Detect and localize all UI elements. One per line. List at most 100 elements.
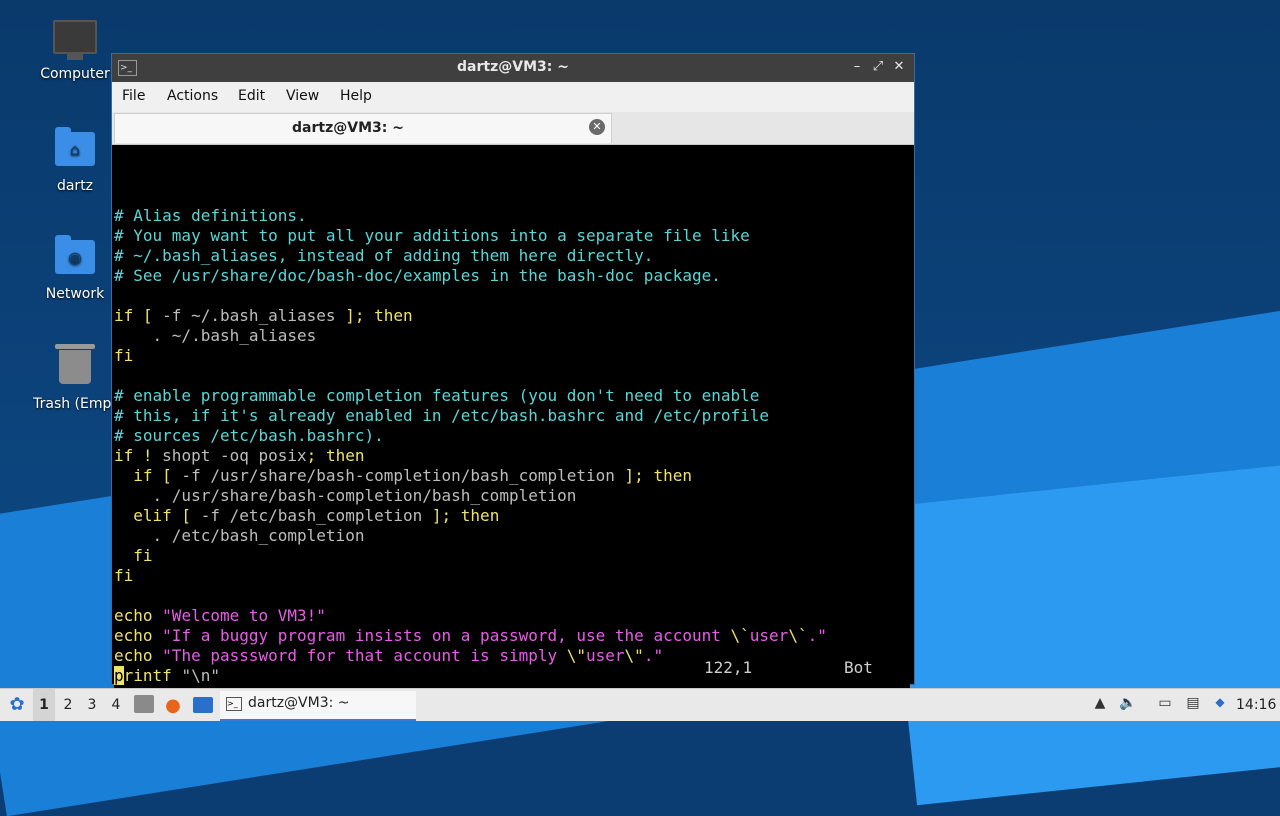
terminal-token: user: [749, 626, 789, 645]
window-title: dartz@VM3: ~: [457, 59, 569, 75]
desktop-icon-trash[interactable]: Trash (Empt: [25, 344, 125, 412]
terminal-token: ]; then: [624, 466, 692, 485]
vim-status-line: 122,1 Bot: [114, 658, 910, 678]
terminal-line: elif [ -f /etc/bash_completion ]; then: [114, 506, 910, 526]
clipboard-icon[interactable]: ▤: [1183, 695, 1203, 715]
terminal-token: fi: [114, 566, 134, 585]
terminal-token: # Alias definitions.: [114, 206, 307, 225]
terminal-token: -f /usr/share/bash-completion/bash_compl…: [171, 466, 625, 485]
terminal-line: echo "If a buggy program insists on a pa…: [114, 626, 910, 646]
terminal-window[interactable]: >_ dartz@VM3: ~ – ⤢ ✕ File Actions Edit …: [111, 53, 915, 700]
taskbar-task-label: dartz@VM3: ~: [248, 695, 350, 711]
desktop-icon-computer[interactable]: Computer: [25, 20, 125, 82]
terminal-token: -f ~/.bash_aliases: [152, 306, 346, 325]
menu-help[interactable]: Help: [340, 88, 372, 104]
menu-actions[interactable]: Actions: [167, 88, 218, 104]
terminal-token: elif [: [114, 506, 192, 525]
window-titlebar[interactable]: >_ dartz@VM3: ~ – ⤢ ✕: [112, 54, 914, 82]
workspace-2[interactable]: 2: [57, 689, 79, 721]
terminal-token: # sources /etc/bash.bashrc).: [114, 426, 384, 445]
terminal-token: # ~/.bash_aliases, instead of adding the…: [114, 246, 654, 265]
menu-edit[interactable]: Edit: [238, 88, 265, 104]
terminal-line: # See /usr/share/doc/bash-doc/examples i…: [114, 266, 910, 286]
terminal-token: ]; then: [431, 506, 500, 525]
file-manager-icon[interactable]: [134, 695, 154, 713]
tab-label: dartz@VM3: ~: [292, 120, 404, 136]
terminal-line: if [ -f ~/.bash_aliases ]; then: [114, 306, 910, 326]
terminal-token: \`: [730, 626, 750, 645]
terminal-line: # ~/.bash_aliases, instead of adding the…: [114, 246, 910, 266]
terminal-token: echo: [114, 606, 163, 625]
menubar: File Actions Edit View Help: [112, 82, 914, 112]
desktop-wave-light: [885, 454, 1280, 806]
terminal-line: if ! shopt -oq posix; then: [114, 446, 910, 466]
workspace-1[interactable]: 1: [33, 689, 55, 721]
terminal-token: ; then: [306, 446, 365, 465]
terminal-line: . /usr/share/bash-completion/bash_comple…: [114, 486, 910, 506]
terminal-line: fi: [114, 546, 910, 566]
terminal-token: . /usr/share/bash-completion/bash_comple…: [114, 486, 577, 505]
tab-bar: dartz@VM3: ~ ✕: [112, 112, 914, 145]
terminal-token: # You may want to put all your additions…: [114, 226, 750, 245]
terminal-token: "Welcome to VM3!": [162, 606, 326, 625]
terminal-line: # Alias definitions.: [114, 206, 910, 226]
clock[interactable]: 14:16: [1236, 689, 1276, 721]
terminal-token: -f /etc/bash_completion: [191, 506, 432, 525]
terminal-lines: # Alias definitions. # You may want to pu…: [114, 206, 910, 686]
desktop-icon-label: Computer: [40, 66, 110, 82]
terminal-line: # sources /etc/bash.bashrc).: [114, 426, 910, 446]
volume-icon[interactable]: 🔈: [1118, 695, 1138, 715]
tab-terminal[interactable]: dartz@VM3: ~ ✕: [114, 113, 612, 143]
show-desktop-icon[interactable]: [193, 697, 213, 713]
menu-file[interactable]: File: [122, 88, 145, 104]
terminal-token: ]; then: [345, 306, 413, 325]
menu-view[interactable]: View: [286, 88, 319, 104]
terminal-line: echo "Welcome to VM3!": [114, 606, 910, 626]
tab-close-icon[interactable]: ✕: [589, 119, 605, 135]
workspace-3[interactable]: 3: [81, 689, 103, 721]
cursor-position: 122,1: [704, 658, 753, 677]
close-button[interactable]: ✕: [890, 58, 908, 76]
desktop-icon-network[interactable]: ◉ Network: [25, 235, 125, 302]
terminal-line: # enable programmable completion feature…: [114, 386, 910, 406]
desktop-icon-label: Trash (Empt: [33, 396, 117, 412]
terminal-line: # You may want to put all your additions…: [114, 226, 910, 246]
scroll-position: Bot: [844, 658, 873, 677]
terminal-token: echo: [114, 626, 163, 645]
taskbar-terminal-button[interactable]: >_ dartz@VM3: ~: [220, 691, 416, 721]
desktop-icon-label: Network: [45, 286, 105, 302]
terminal-line: . /etc/bash_completion: [114, 526, 910, 546]
terminal-token: if [: [114, 306, 153, 325]
minimize-button[interactable]: –: [848, 58, 866, 76]
desktop-icon-home[interactable]: ⌂ dartz: [25, 127, 125, 194]
firefox-icon[interactable]: ●: [163, 695, 183, 716]
terminal-icon: >_: [226, 697, 242, 711]
terminal-line: if [ -f /usr/share/bash-completion/bash_…: [114, 466, 910, 486]
computer-icon: [53, 20, 97, 60]
terminal-token: # this, if it's already enabled in /etc/…: [114, 406, 770, 425]
terminal-token: . ~/.bash_aliases: [114, 326, 317, 345]
network-folder-icon: ◉: [53, 235, 97, 280]
terminal-token: fi: [114, 346, 134, 365]
maximize-button[interactable]: ⤢: [869, 58, 887, 76]
desktop-icon-label: dartz: [56, 178, 94, 194]
terminal-token: if [: [114, 466, 172, 485]
terminal-line: # this, if it's already enabled in /etc/…: [114, 406, 910, 426]
terminal-token: .": [807, 626, 827, 645]
terminal-line: . ~/.bash_aliases: [114, 326, 910, 346]
network-tray-icon[interactable]: ▭: [1155, 695, 1175, 715]
workspace-4[interactable]: 4: [105, 689, 127, 721]
trash-icon: [53, 344, 97, 390]
terminal-line: fi: [114, 346, 910, 366]
terminal-token: "If a buggy program insists on a passwor…: [162, 626, 731, 645]
taskbar: ✿ 1 2 3 4 ● >_ dartz@VM3: ~ ▲ 🔈 ▭ ▤ ◆ 14…: [0, 688, 1280, 721]
terminal-token: # See /usr/share/doc/bash-doc/examples i…: [114, 266, 721, 285]
update-notifier-icon[interactable]: ◆: [1210, 695, 1230, 715]
app-menu-icon[interactable]: ✿: [6, 689, 28, 721]
terminal-token: . /etc/bash_completion: [114, 526, 365, 545]
terminal-output[interactable]: # Alias definitions. # You may want to pu…: [114, 146, 910, 700]
tray-up-arrow-icon[interactable]: ▲: [1090, 695, 1110, 715]
terminal-token: if !: [114, 446, 163, 465]
